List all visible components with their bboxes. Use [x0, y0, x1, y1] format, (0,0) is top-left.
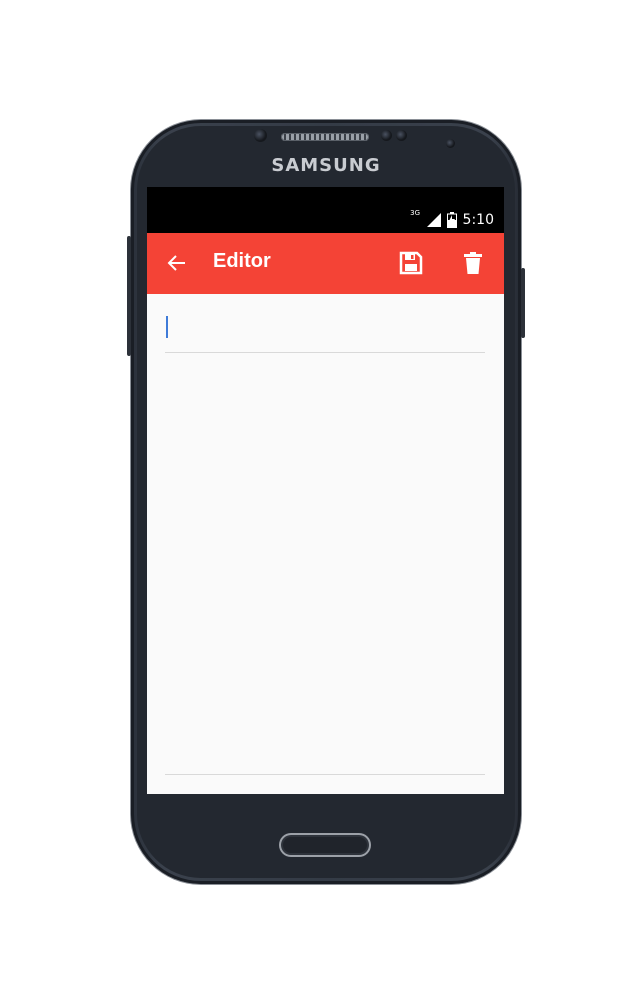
note-body-input[interactable] — [165, 354, 485, 775]
volume-button — [127, 236, 131, 356]
home-button — [279, 833, 371, 857]
sensor-icon — [381, 130, 392, 141]
trash-icon — [464, 252, 482, 274]
front-camera-icon — [446, 139, 455, 148]
app-toolbar: Editor — [147, 233, 504, 294]
text-cursor — [166, 316, 168, 338]
floppy-disk-icon — [399, 251, 423, 275]
status-time: 5:10 — [462, 212, 494, 228]
battery-icon — [446, 212, 457, 228]
proximity-sensor-icon — [254, 129, 267, 142]
toolbar-title: Editor — [213, 250, 271, 272]
delete-button[interactable] — [459, 249, 487, 277]
arrow-left-icon — [167, 255, 185, 271]
save-button[interactable] — [397, 249, 425, 277]
editor-content — [147, 294, 504, 794]
earpiece-speaker — [281, 133, 369, 141]
brand-logo: SAMSUNG — [271, 155, 381, 176]
screen: 3G 5:10 Editor — [147, 187, 504, 794]
status-icons: 5:10 — [426, 211, 494, 229]
network-type: 3G — [410, 209, 420, 217]
power-button — [521, 268, 525, 338]
page: SAMSUNG 3G 5:10 Editor — [0, 0, 625, 1000]
back-button[interactable] — [163, 249, 191, 277]
sensor-icon — [396, 130, 407, 141]
note-title-input[interactable] — [165, 306, 485, 353]
status-bar: 3G 5:10 — [147, 187, 504, 233]
signal-icon — [426, 213, 441, 227]
